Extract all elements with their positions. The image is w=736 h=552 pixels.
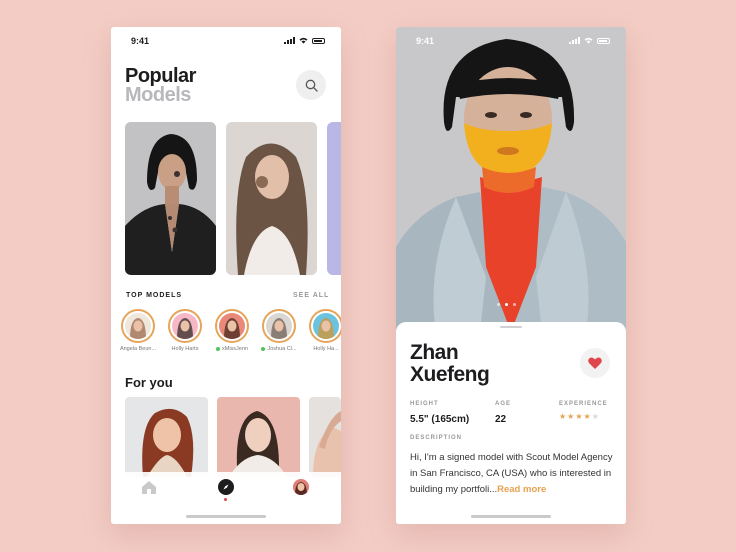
status-time: 9:41 [416,36,435,46]
profile-avatar[interactable] [293,479,309,495]
avatar-name: Joshua Cl... [267,346,297,352]
avatar-ring [262,309,296,343]
model-hero-photo [396,27,626,332]
avatar-name-row: Holly Harts [166,346,204,352]
model-photo [226,122,317,275]
avatar-name: Holly Harts [171,346,199,352]
battery-icon [312,37,325,44]
model-photo [125,122,216,275]
status-bar: 9:41 [111,27,341,55]
home-indicator [186,515,266,518]
popular-model-card[interactable] [125,122,216,275]
avatar [313,313,339,339]
pager-dot[interactable] [513,303,516,306]
age-label: AGE [495,401,512,407]
wifi-icon [299,37,308,44]
experience-label: EXPERIENCE [559,401,608,407]
model-first-name: Zhan [410,341,459,364]
avatar-name-row: Angela Beun... [119,346,157,352]
avatar-name-row: Holly Ha... [307,346,341,352]
read-more-link[interactable]: Read more [497,484,546,495]
wifi-icon [584,37,593,44]
online-status-dot [261,347,266,351]
avatar-ring [309,309,341,343]
top-model-avatar[interactable]: Angela Beun... [119,309,157,352]
model-detail-sheet: Zhan Xuefeng HEIGHT 5.5" (165cm) AGE 22 … [396,322,626,524]
avatar-ring [168,309,202,343]
model-last-name: Xuefeng [410,363,490,386]
popular-model-card[interactable] [226,122,317,275]
for-you-card[interactable] [217,397,300,477]
top-model-avatar[interactable]: Holly Ha... [307,309,341,352]
page-subtitle: Models [125,84,191,106]
avatar [266,313,292,339]
model-photo [309,397,341,477]
avatar-name: Holly Ha... [313,346,339,352]
avatar-name-row: Joshua Cl... [260,346,298,352]
star-icon: ★ [583,412,592,421]
signal-icon [284,37,295,44]
model-photo [217,397,300,477]
tab-bar [111,472,341,524]
for-you-card[interactable] [125,397,208,477]
heart-icon [588,357,602,369]
top-model-avatar[interactable]: Holly Harts [166,309,204,352]
avatar-name: Angela Beun... [119,346,157,352]
avatar-name: xMissJenn [222,346,248,352]
star-icon: ★ [591,412,600,421]
avatar-name-row: xMissJenn [213,346,251,352]
top-model-avatar[interactable]: Joshua Cl... [260,309,298,352]
hero-image [396,27,626,332]
avatar-ring [215,309,249,343]
status-time: 9:41 [131,36,150,46]
model-detail-screen: 9:41 Zhan Xuefeng HEIGHT 5.5" (165cm) AG… [396,27,626,524]
avatar-ring [121,309,155,343]
age-value: 22 [495,414,507,425]
avatar [219,313,245,339]
battery-icon [597,37,610,44]
pager-dot[interactable] [505,303,508,306]
height-value: 5.5" (165cm) [410,414,470,425]
favorite-button[interactable] [580,348,610,378]
search-button[interactable] [296,70,326,100]
status-bar: 9:41 [396,27,626,55]
top-model-avatar[interactable]: xMissJenn [213,309,251,352]
model-photo [125,397,208,477]
popular-model-card[interactable] [327,122,341,275]
for-you-heading: For you [125,375,173,390]
description-label: DESCRIPTION [410,435,463,441]
home-icon[interactable] [141,480,157,495]
model-name: Zhan Xuefeng [410,341,490,386]
carousel-pager[interactable] [497,303,516,306]
pager-dot[interactable] [497,303,500,306]
search-icon [305,79,318,92]
online-status-dot [216,347,220,351]
compass-icon[interactable] [218,479,234,495]
popular-models-screen: 9:41 Popular Models TOP MODELS SEE ALL A… [111,27,341,524]
height-label: HEIGHT [410,401,439,407]
description-text: Hi, I'm a signed model with Scout Model … [410,450,615,498]
star-icon: ★ [559,412,568,421]
home-indicator [471,515,551,518]
top-models-heading: TOP MODELS [126,292,183,299]
avatar [125,313,151,339]
star-icon: ★ [575,412,584,421]
active-tab-indicator [224,498,227,501]
sheet-grabber[interactable] [500,326,522,328]
for-you-card[interactable] [309,397,341,477]
avatar [172,313,198,339]
experience-rating: ★★★★★ [559,412,600,421]
see-all-link[interactable]: SEE ALL [293,292,329,299]
signal-icon [569,37,580,44]
